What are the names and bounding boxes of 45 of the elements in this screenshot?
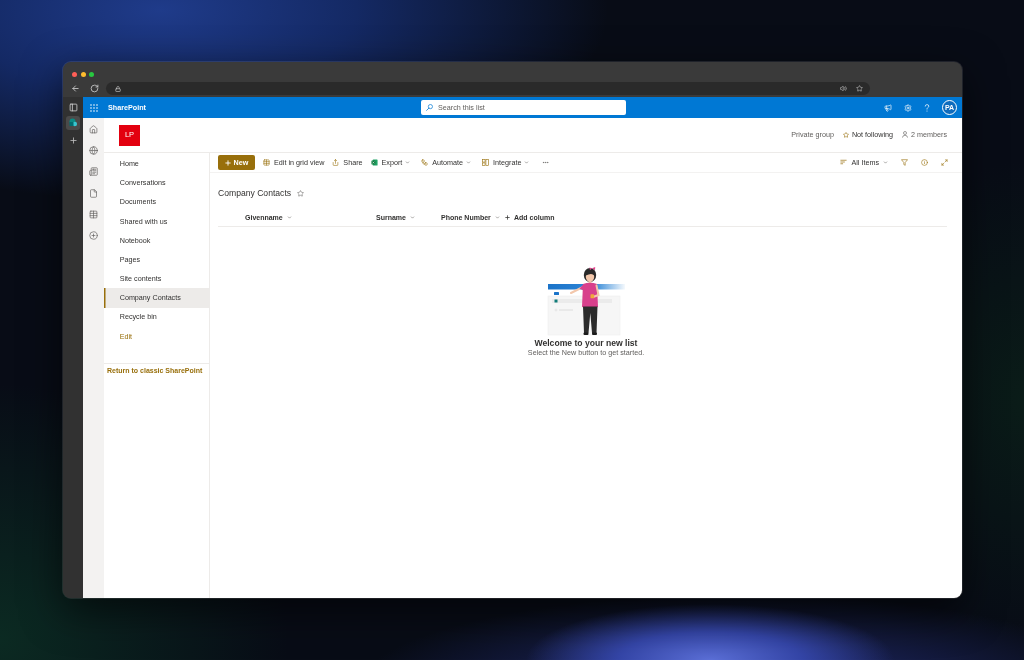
news-icon[interactable] — [89, 167, 98, 177]
table-icon[interactable] — [89, 210, 98, 220]
window-close-button[interactable] — [72, 71, 77, 77]
chevron-down-icon — [883, 160, 888, 165]
share-icon — [332, 159, 340, 166]
view-lines-icon — [840, 159, 848, 166]
chevron-down-icon — [466, 160, 472, 165]
plus-icon — [505, 214, 510, 220]
chevron-down-icon — [524, 160, 530, 165]
grid-icon — [263, 159, 270, 166]
add-circle-icon[interactable] — [89, 231, 98, 241]
chevron-down-icon — [286, 214, 292, 220]
help-icon[interactable] — [924, 103, 930, 112]
empty-state-title: Welcome to your new list — [534, 338, 638, 348]
waffle-menu-icon[interactable] — [90, 103, 98, 112]
search-icon — [426, 104, 433, 111]
expand-icon[interactable] — [941, 159, 948, 166]
spreadsheet-icon — [370, 159, 378, 166]
document-icon[interactable] — [89, 188, 98, 198]
globe-icon[interactable] — [89, 145, 98, 155]
chevron-down-icon — [405, 160, 411, 165]
home-icon[interactable] — [89, 124, 98, 134]
chevron-down-icon — [409, 214, 415, 220]
megaphone-icon[interactable] — [884, 103, 892, 112]
favorite-star-icon[interactable] — [297, 190, 305, 197]
blocks-icon — [482, 159, 490, 166]
window-maximize-button[interactable] — [89, 71, 95, 77]
back-icon[interactable] — [71, 84, 80, 93]
site-tab-icon[interactable] — [66, 116, 80, 130]
list-title: Company Contacts — [218, 188, 292, 199]
bookmark-star-icon[interactable] — [856, 85, 863, 92]
speaker-icon[interactable] — [840, 85, 847, 92]
add-icon[interactable] — [68, 136, 78, 145]
info-icon[interactable] — [921, 159, 928, 166]
lock-icon — [115, 85, 121, 92]
window-minimize-button[interactable] — [80, 71, 86, 77]
chevron-down-icon — [494, 214, 500, 220]
person-icon — [902, 131, 909, 139]
plus-icon — [224, 159, 231, 166]
reload-icon[interactable] — [90, 84, 99, 93]
star-icon — [842, 132, 849, 138]
workflow-icon — [421, 159, 429, 166]
settings-icon[interactable] — [904, 103, 912, 112]
filter-icon[interactable] — [901, 159, 908, 166]
tabs-panel-icon[interactable] — [68, 103, 78, 112]
